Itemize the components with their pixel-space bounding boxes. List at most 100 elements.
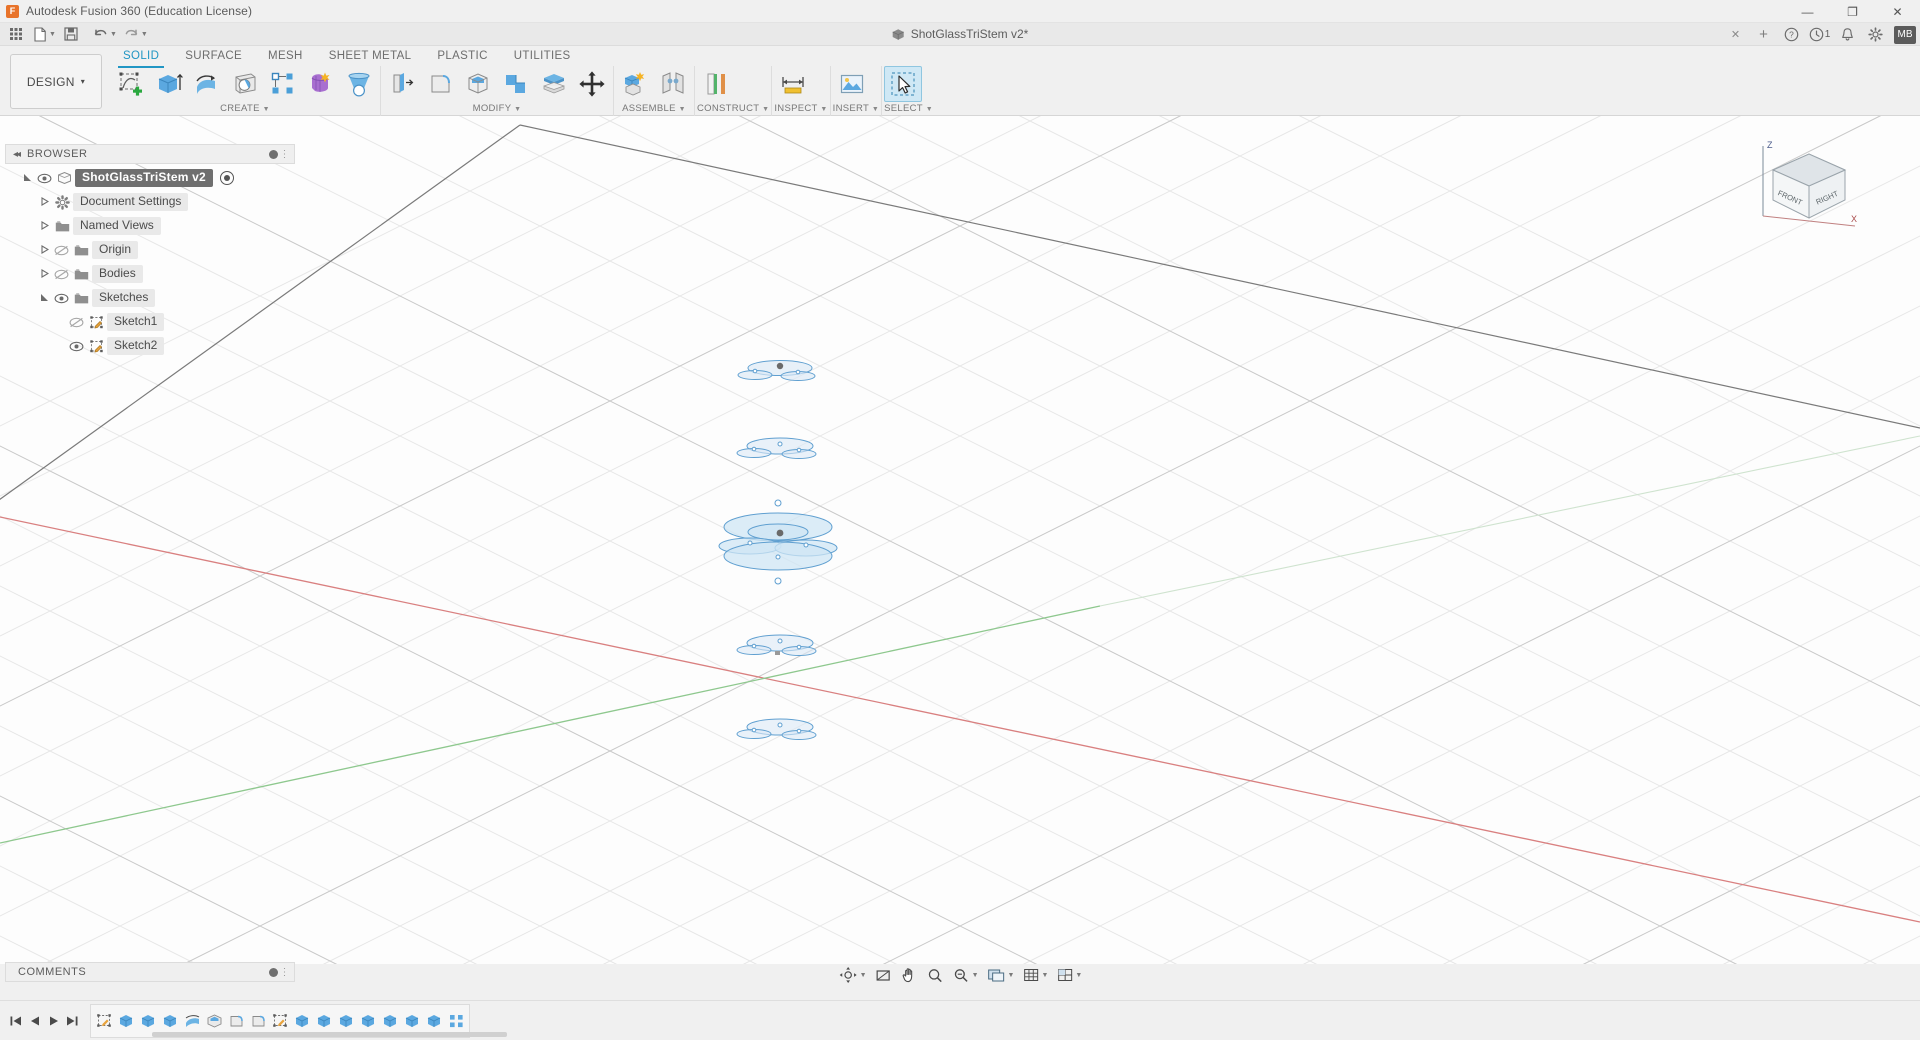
timeline-feature-extrude[interactable] <box>116 1010 136 1032</box>
timeline-feature-extrude[interactable] <box>402 1010 422 1032</box>
group-label-assemble[interactable]: ASSEMBLE ▼ <box>616 102 692 115</box>
activate-component-radio[interactable] <box>219 171 234 185</box>
revolve-button[interactable] <box>188 66 226 102</box>
timeline-feature-extrude[interactable] <box>336 1010 356 1032</box>
loft-button[interactable] <box>340 66 378 102</box>
undo-chevron-down-icon[interactable]: ▼ <box>110 31 117 38</box>
tree-item-sketches[interactable]: Sketches <box>5 286 295 310</box>
viewports-chevron-down-icon[interactable]: ▼ <box>1075 972 1082 979</box>
timeline-play-button[interactable] <box>44 1010 63 1032</box>
timeline-feature-sketch[interactable] <box>94 1010 114 1032</box>
expander-open-icon[interactable] <box>36 293 52 304</box>
app-grid-icon[interactable] <box>4 24 28 45</box>
move-copy-button[interactable] <box>573 66 611 102</box>
grid-snaps-icon[interactable] <box>1018 963 1043 987</box>
measure-button[interactable] <box>774 66 812 102</box>
zoom-magnifier-icon[interactable] <box>923 963 948 987</box>
expander-closed-icon[interactable] <box>36 268 52 280</box>
tree-item-root-component[interactable]: ShotGlassTriStem v2 <box>5 166 295 190</box>
display-settings-icon[interactable] <box>983 963 1010 987</box>
new-component-button[interactable] <box>616 66 654 102</box>
minimize-button[interactable]: — <box>1785 0 1830 23</box>
timeline-feature-extrude[interactable] <box>380 1010 400 1032</box>
pattern-button[interactable] <box>264 66 302 102</box>
timeline-feature-sketch[interactable] <box>270 1010 290 1032</box>
select-tool-button[interactable] <box>884 66 923 102</box>
timeline-feature-extrude[interactable] <box>160 1010 180 1032</box>
timeline-feature-extrude[interactable] <box>292 1010 312 1032</box>
save-icon[interactable] <box>59 24 83 45</box>
tree-item-sketch2[interactable]: Sketch2 <box>5 334 295 358</box>
timeline-step-back-button[interactable] <box>25 1010 44 1032</box>
close-button[interactable]: ✕ <box>1875 0 1920 23</box>
combine-button[interactable] <box>497 66 535 102</box>
expander-closed-icon[interactable] <box>36 196 52 208</box>
timeline-feature-fillet[interactable] <box>226 1010 246 1032</box>
group-label-inspect[interactable]: INSPECT ▼ <box>774 102 827 115</box>
tab-utilities[interactable]: UTILITIES <box>501 48 584 65</box>
zoom-chevron-down-icon[interactable]: ▼ <box>972 972 979 979</box>
timeline-scrollbar[interactable] <box>152 1032 507 1037</box>
group-label-create[interactable]: CREATE ▼ <box>112 102 378 115</box>
orbit-icon[interactable] <box>835 963 862 987</box>
split-body-button[interactable] <box>535 66 573 102</box>
new-tab-button[interactable]: + <box>1750 24 1777 46</box>
browser-resize-grip[interactable]: ⋮ <box>280 149 291 160</box>
tab-solid[interactable]: SOLID <box>110 48 172 68</box>
expander-closed-icon[interactable] <box>36 244 52 256</box>
tab-plastic[interactable]: PLASTIC <box>424 48 500 65</box>
browser-collapse-icon[interactable]: ◂◂ <box>13 149 21 160</box>
comments-pin-icon[interactable] <box>269 967 278 977</box>
timeline-feature-revolve[interactable] <box>182 1010 202 1032</box>
look-at-icon[interactable] <box>871 963 896 987</box>
comments-panel-header[interactable]: COMMENTS ⋮ <box>5 962 295 982</box>
tree-item-bodies[interactable]: Bodies <box>5 262 295 286</box>
notifications-icon[interactable] <box>1834 24 1861 46</box>
redo-chevron-down-icon[interactable]: ▼ <box>141 31 148 38</box>
timeline-feature-fillet[interactable] <box>248 1010 268 1032</box>
tree-item-origin[interactable]: Origin <box>5 238 295 262</box>
viewports-icon[interactable] <box>1052 963 1077 987</box>
pan-hand-icon[interactable] <box>897 963 922 987</box>
timeline-feature-extrude[interactable] <box>358 1010 378 1032</box>
user-avatar[interactable]: MB <box>1894 25 1916 44</box>
expander-closed-icon[interactable] <box>36 220 52 232</box>
timeline-go-start-button[interactable] <box>6 1010 25 1032</box>
help-icon[interactable]: ? <box>1778 24 1805 46</box>
display-chevron-down-icon[interactable]: ▼ <box>1008 972 1015 979</box>
browser-pin-icon[interactable] <box>269 149 278 159</box>
tree-item-named-views[interactable]: Named Views <box>5 214 295 238</box>
group-label-insert[interactable]: INSERT ▼ <box>833 102 879 115</box>
tree-item-document-settings[interactable]: Document Settings <box>5 190 295 214</box>
tab-sheet-metal[interactable]: SHEET METAL <box>316 48 425 65</box>
visibility-eye-icon[interactable] <box>35 173 54 184</box>
timeline-feature-extrude[interactable] <box>424 1010 444 1032</box>
press-pull-button[interactable] <box>383 66 421 102</box>
zoom-window-icon[interactable] <box>949 963 974 987</box>
timeline-feature-shell[interactable] <box>204 1010 224 1032</box>
settings-gear-icon[interactable] <box>1862 24 1889 46</box>
maximize-button[interactable]: ❐ <box>1830 0 1875 23</box>
sweep-button[interactable] <box>226 66 264 102</box>
view-cube[interactable]: FRONT RIGHT Z X <box>1755 138 1865 233</box>
new-file-chevron-down-icon[interactable]: ▼ <box>49 31 56 38</box>
visibility-hidden-icon[interactable] <box>52 269 71 280</box>
workspace-switcher-button[interactable]: DESIGN ▾ <box>10 54 102 109</box>
create-sketch-button[interactable] <box>112 66 150 102</box>
tab-mesh[interactable]: MESH <box>255 48 316 65</box>
timeline-feature-extrude[interactable] <box>314 1010 334 1032</box>
document-tab[interactable]: ShotGlassTriStem v2* <box>878 23 1043 46</box>
expander-open-icon[interactable] <box>19 173 35 184</box>
visibility-eye-icon[interactable] <box>52 293 71 304</box>
create-form-button[interactable] <box>302 66 340 102</box>
comments-resize-grip[interactable]: ⋮ <box>280 967 291 978</box>
group-label-construct[interactable]: CONSTRUCT ▼ <box>697 102 769 115</box>
orbit-chevron-down-icon[interactable]: ▼ <box>860 972 867 979</box>
joint-button[interactable] <box>654 66 692 102</box>
visibility-hidden-icon[interactable] <box>52 245 71 256</box>
group-label-modify[interactable]: MODIFY ▼ <box>383 102 611 115</box>
group-label-select[interactable]: SELECT ▼ <box>884 102 933 115</box>
grid-chevron-down-icon[interactable]: ▼ <box>1041 972 1048 979</box>
shell-button[interactable] <box>459 66 497 102</box>
fillet-button[interactable] <box>421 66 459 102</box>
